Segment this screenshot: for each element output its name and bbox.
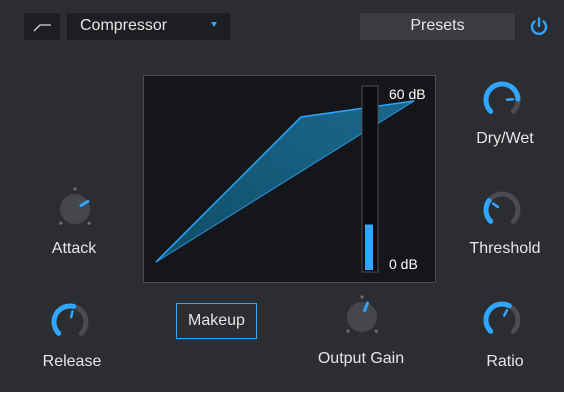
bottom-db-label: 0 dB bbox=[389, 256, 418, 272]
transfer-curve-plot bbox=[155, 85, 415, 273]
knob-indicator bbox=[69, 310, 74, 319]
knob-body bbox=[347, 302, 377, 332]
effect-selector[interactable]: Compressor bbox=[67, 13, 230, 40]
dry-wet-knob[interactable] bbox=[480, 78, 524, 122]
effect-name: Compressor bbox=[80, 17, 168, 34]
knob-indicator bbox=[503, 308, 509, 317]
curve-mode-button[interactable] bbox=[24, 13, 60, 40]
knob-value-arc bbox=[483, 198, 494, 224]
level-meter-fill bbox=[365, 224, 373, 270]
dry-wet-label: Dry/Wet bbox=[476, 130, 534, 147]
output-gain-label: Output Gain bbox=[317, 350, 405, 367]
output-gain-knob[interactable] bbox=[340, 295, 384, 339]
ratio-knob[interactable] bbox=[480, 298, 524, 342]
knob-body bbox=[60, 194, 90, 224]
power-icon[interactable] bbox=[528, 16, 550, 38]
compression-graph: 60 dB 0 dB bbox=[143, 75, 436, 283]
knob-track bbox=[483, 191, 521, 224]
release-knob[interactable] bbox=[48, 300, 92, 344]
compressor-panel: Compressor Presets 60 dB 0 dB Attack Rel… bbox=[0, 0, 564, 392]
attack-label: Attack bbox=[51, 240, 97, 257]
curve-icon bbox=[33, 24, 51, 32]
knob-value-arc bbox=[483, 301, 512, 334]
chevron-down-icon bbox=[211, 22, 217, 27]
release-label: Release bbox=[42, 353, 102, 370]
threshold-knob[interactable] bbox=[480, 188, 524, 232]
attack-knob[interactable] bbox=[53, 187, 97, 231]
ratio-label: Ratio bbox=[486, 353, 524, 370]
threshold-label: Threshold bbox=[469, 240, 541, 257]
knob-value-arc bbox=[483, 81, 521, 114]
knob-value-arc bbox=[51, 303, 77, 336]
makeup-button[interactable]: Makeup bbox=[176, 303, 257, 339]
makeup-label: Makeup bbox=[188, 312, 245, 329]
presets-button[interactable]: Presets bbox=[360, 13, 515, 40]
top-db-label: 60 dB bbox=[389, 86, 426, 102]
presets-label: Presets bbox=[410, 17, 465, 34]
knob-indicator bbox=[491, 202, 500, 209]
